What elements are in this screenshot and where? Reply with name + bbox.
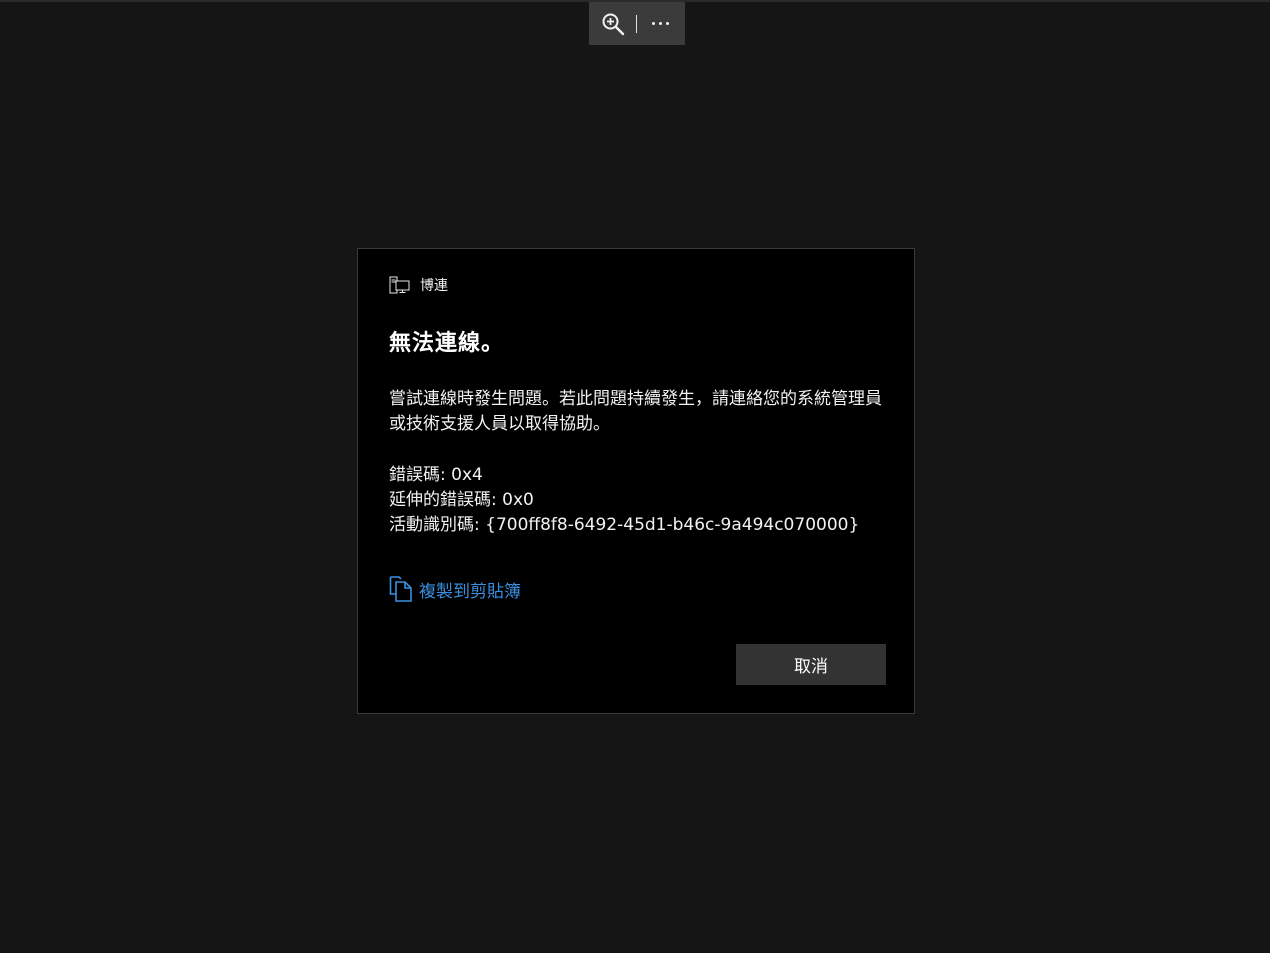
- copy-label: 複製到剪貼簿: [419, 582, 521, 602]
- zoom-in-button[interactable]: [589, 2, 636, 45]
- zoom-in-icon: [602, 13, 624, 35]
- extended-error-code: 延伸的錯誤碼: 0x0: [389, 490, 534, 510]
- error-description: 嘗試連線時發生問題。若此問題持續發生，請連絡您的系統管理員或技術支援人員以取得協…: [389, 389, 882, 434]
- cancel-button[interactable]: 取消: [736, 644, 886, 685]
- dialog-title: 無法連線。: [389, 331, 505, 356]
- remote-desktop-icon: [389, 276, 410, 294]
- error-details: 錯誤碼: 0x4 延伸的錯誤碼: 0x0 活動識別碼: {700ff8f8-64…: [389, 463, 859, 538]
- copy-to-clipboard-link[interactable]: 複製到剪貼簿: [389, 575, 521, 602]
- dialog-app-header: 博連: [389, 275, 448, 295]
- error-code: 錯誤碼: 0x4: [389, 465, 483, 485]
- more-options-button[interactable]: [637, 2, 684, 45]
- activity-id: 活動識別碼: {700ff8f8-6492-45d1-b46c-9a494c07…: [389, 515, 860, 535]
- app-name: 博連: [420, 278, 448, 294]
- copy-icon: [389, 576, 412, 602]
- viewer-toolbar: [589, 2, 685, 45]
- error-dialog: 博連 無法連線。 嘗試連線時發生問題。若此問題持續發生，請連絡您的系統管理員或技…: [357, 248, 915, 714]
- more-icon: [652, 22, 669, 25]
